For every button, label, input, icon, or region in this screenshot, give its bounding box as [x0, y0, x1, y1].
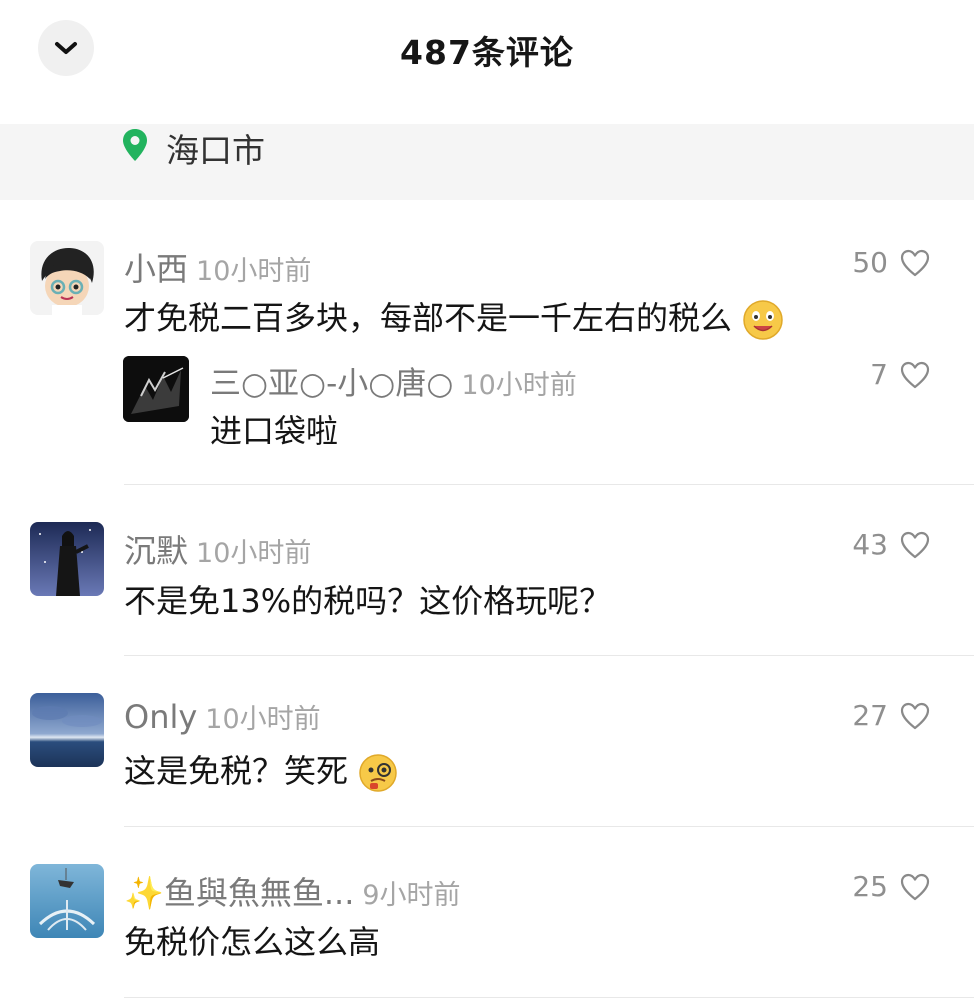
reply-text: 进口袋啦 [210, 412, 339, 450]
comment-text: 免税价怎么这么高 [124, 923, 381, 961]
money-mouth-face-emoji-icon [743, 300, 783, 340]
comment-time: 10小时前 [196, 538, 312, 569]
page-title: 487条评论 [400, 33, 574, 72]
comment-username[interactable]: Only [124, 698, 197, 736]
avatar-night-figure [30, 522, 104, 596]
heart-icon[interactable] [900, 249, 930, 277]
comment-meta: 小西 10小时前 [124, 244, 311, 290]
avatar[interactable] [30, 241, 104, 315]
comment-username[interactable]: ✨鱼與魚無鱼... [124, 874, 354, 912]
header: 487条评论 [0, 0, 974, 124]
like-control[interactable]: 25 [760, 870, 930, 903]
divider [124, 997, 974, 998]
divider [124, 484, 974, 485]
comment-text-body: 才免税二百多块，每部不是一千左右的税么 [124, 299, 733, 337]
avatar-aerial-island [30, 864, 104, 938]
comment-meta: Only 10小时前 [124, 697, 321, 736]
like-control[interactable]: 50 [760, 246, 930, 279]
reply-time: 10小时前 [461, 370, 577, 401]
heart-icon[interactable] [900, 361, 930, 389]
reply-username[interactable]: 三○亚○-小○唐○ [210, 366, 453, 402]
avatar-dark-abstract [123, 356, 189, 422]
reply-avatar[interactable] [123, 356, 189, 422]
reply-like-control[interactable]: 7 [760, 358, 930, 391]
location-text: 海口市 [166, 131, 265, 170]
like-count: 27 [852, 699, 888, 732]
divider [124, 655, 974, 656]
like-control[interactable]: 27 [760, 699, 930, 732]
like-count: 50 [852, 246, 888, 279]
reply-meta: 三○亚○-小○唐○ 10小时前 [210, 358, 577, 403]
avatar[interactable] [30, 693, 104, 767]
comment-text: 这是免税？笑死 [124, 746, 398, 793]
divider [124, 826, 974, 827]
comment-text: 才免税二百多块，每部不是一千左右的税么 [124, 293, 784, 341]
heart-icon[interactable] [900, 531, 930, 559]
avatar-sea-sky [30, 693, 104, 767]
comments-page: 487条评论 海口市 小西 10小时前 才免税二百多块，每部不是一千左右的税么 … [0, 0, 974, 1000]
like-count: 7 [870, 358, 888, 391]
heart-icon[interactable] [900, 702, 930, 730]
comment-username[interactable]: 小西 [124, 250, 188, 288]
comment-meta: 沉默 10小时前 [124, 526, 311, 572]
avatar[interactable] [30, 864, 104, 938]
comment-time: 10小时前 [205, 704, 321, 735]
like-count: 43 [852, 528, 888, 561]
comment-username[interactable]: 沉默 [124, 532, 188, 570]
comment-time: 10小时前 [196, 256, 312, 287]
face-with-monocle-emoji-icon [359, 754, 397, 792]
comment-time: 9小时前 [362, 880, 461, 911]
heart-icon[interactable] [900, 873, 930, 901]
avatar-cartoon-boy [30, 241, 104, 315]
avatar[interactable] [30, 522, 104, 596]
comment-meta: ✨鱼與魚無鱼... 9小时前 [124, 868, 461, 914]
like-count: 25 [852, 870, 888, 903]
comment-text-body: 这是免税？笑死 [124, 752, 349, 790]
location-pin-icon [123, 129, 147, 161]
like-control[interactable]: 43 [760, 528, 930, 561]
comment-text: 不是免13%的税吗？这价格玩呢？ [124, 582, 612, 620]
